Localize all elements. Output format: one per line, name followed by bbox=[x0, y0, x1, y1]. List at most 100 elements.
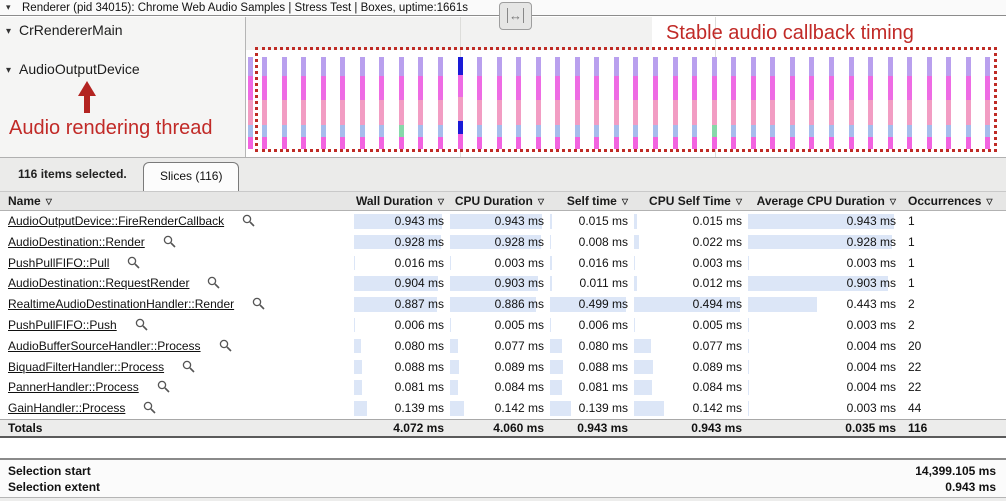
cell-value: 0.004 ms bbox=[847, 360, 896, 374]
cell-occurrences: 1 bbox=[900, 273, 1006, 294]
cell-cpu_self: 0.089 ms bbox=[632, 357, 746, 378]
magnifier-icon[interactable] bbox=[163, 235, 176, 248]
value-histogram-bar bbox=[354, 401, 367, 416]
cell-value: 0.003 ms bbox=[495, 256, 544, 270]
magnifier-icon[interactable] bbox=[127, 256, 140, 269]
cell-value: 0.928 ms bbox=[847, 235, 896, 249]
thread-label: AudioOutputDevice bbox=[19, 61, 140, 77]
trace-slice[interactable] bbox=[248, 57, 253, 149]
cell-value: 0.016 ms bbox=[395, 256, 444, 270]
cell-value: 4.060 ms bbox=[493, 421, 544, 435]
cell-value: 0.080 ms bbox=[579, 339, 628, 353]
column-header-avg_cpu[interactable]: Average CPU Duration▽ bbox=[746, 192, 900, 212]
cell-cpu: 0.142 ms bbox=[448, 398, 548, 419]
table-row: RealtimeAudioDestinationHandler::Render 0… bbox=[0, 294, 1006, 315]
column-header-wall[interactable]: Wall Duration▽ bbox=[352, 192, 448, 212]
value-histogram-bar bbox=[450, 339, 458, 354]
footer-value: 14,399.105 ms bbox=[915, 464, 996, 478]
slice-name-link[interactable]: AudioBufferSourceHandler::Process bbox=[8, 339, 201, 353]
column-header-label: Average CPU Duration bbox=[757, 194, 885, 208]
slice-name-link[interactable]: BiquadFilterHandler::Process bbox=[8, 360, 164, 374]
cell-value: 0.003 ms bbox=[847, 256, 896, 270]
cell-wall: 0.928 ms bbox=[352, 232, 448, 253]
cell-value: 0.142 ms bbox=[693, 401, 742, 415]
slice-name-link[interactable]: PannerHandler::Process bbox=[8, 380, 139, 394]
cell-wall: 0.139 ms bbox=[352, 398, 448, 419]
cell-value: 0.003 ms bbox=[693, 256, 742, 270]
value-histogram-bar bbox=[634, 276, 637, 291]
cell-self: 0.080 ms bbox=[548, 336, 632, 357]
cell-value: 0.139 ms bbox=[579, 401, 628, 415]
cell-cpu: 0.903 ms bbox=[448, 273, 548, 294]
cell-value: 0.928 ms bbox=[495, 235, 544, 249]
slice-name-link[interactable]: PushPullFIFO::Pull bbox=[8, 256, 109, 270]
column-header-name[interactable]: Name▽ bbox=[0, 192, 352, 212]
cell-value: 0.011 ms bbox=[580, 276, 628, 290]
cell-name: AudioOutputDevice::FireRenderCallback bbox=[0, 211, 352, 232]
cell-value: 0.928 ms bbox=[395, 235, 444, 249]
cell-value: 0.089 ms bbox=[495, 360, 544, 374]
totals-label: Totals bbox=[8, 421, 42, 435]
cell-occurrences: 1 bbox=[900, 211, 1006, 232]
thread-row-crrenderermain[interactable]: ▾CrRendererMain bbox=[6, 22, 123, 38]
value-histogram-bar bbox=[354, 339, 361, 354]
slice-name-link[interactable]: AudioDestination::Render bbox=[8, 235, 145, 249]
column-header-label: CPU Self Time bbox=[649, 194, 731, 208]
magnifier-icon[interactable] bbox=[182, 360, 195, 373]
value-histogram-bar bbox=[634, 214, 637, 229]
collapse-process-icon[interactable]: ▾ bbox=[6, 2, 11, 13]
magnifier-icon[interactable] bbox=[252, 297, 265, 310]
slice-name-link[interactable]: AudioDestination::RequestRender bbox=[8, 276, 189, 290]
column-header-cpu[interactable]: CPU Duration▽ bbox=[448, 192, 548, 212]
cell-avg_cpu: 0.928 ms bbox=[746, 232, 900, 253]
slice-segment bbox=[248, 137, 253, 149]
slice-name-link[interactable]: GainHandler::Process bbox=[8, 401, 125, 415]
cell-value: 0.494 ms bbox=[693, 297, 742, 311]
cell-occurrences: 22 bbox=[900, 357, 1006, 378]
column-header-occurrences[interactable]: Occurrences▽ bbox=[900, 192, 1006, 212]
totals-row: Totals4.072 ms4.060 ms0.943 ms0.943 ms0.… bbox=[0, 419, 1006, 438]
cell-cpu: 4.060 ms bbox=[448, 420, 548, 439]
selection-summary-bar: 116 items selected. Slices (116) bbox=[0, 158, 1006, 191]
column-header-self[interactable]: Self time▽ bbox=[548, 192, 632, 212]
magnifier-icon[interactable] bbox=[219, 339, 232, 352]
slice-name-link[interactable]: RealtimeAudioDestinationHandler::Render bbox=[8, 297, 234, 311]
magnifier-icon[interactable] bbox=[207, 276, 220, 289]
cell-occurrences: 2 bbox=[900, 315, 1006, 336]
value-histogram-bar bbox=[550, 339, 562, 354]
trace-track-area[interactable]: Stable audio callback timing bbox=[246, 17, 1006, 157]
cell-cpu: 0.077 ms bbox=[448, 336, 548, 357]
track-background bbox=[246, 17, 652, 50]
slice-name-link[interactable]: AudioOutputDevice::FireRenderCallback bbox=[8, 214, 224, 228]
cell-avg_cpu: 0.003 ms bbox=[746, 315, 900, 336]
value-histogram-bar bbox=[748, 297, 817, 312]
table-row: PushPullFIFO::Pull0.016 ms0.003 ms0.016 … bbox=[0, 253, 1006, 274]
cell-cpu: 0.005 ms bbox=[448, 315, 548, 336]
cell-value: 0.006 ms bbox=[395, 318, 444, 332]
value-histogram-bar bbox=[354, 256, 355, 271]
thread-row-audiooutputdevice[interactable]: ▾AudioOutputDevice bbox=[6, 61, 140, 77]
cell-self: 0.006 ms bbox=[548, 315, 632, 336]
footer-label: Selection extent bbox=[8, 480, 100, 494]
cell-avg_cpu: 0.035 ms bbox=[746, 420, 900, 439]
value-histogram-bar bbox=[634, 318, 635, 333]
slice-name-link[interactable]: PushPullFIFO::Push bbox=[8, 318, 117, 332]
magnifier-icon[interactable] bbox=[135, 318, 148, 331]
horizontal-resize-button[interactable]: ↔ bbox=[499, 2, 532, 30]
column-header-cpu_self[interactable]: CPU Self Time▽ bbox=[632, 192, 746, 212]
magnifier-icon[interactable] bbox=[242, 214, 255, 227]
cell-wall: 0.088 ms bbox=[352, 357, 448, 378]
cell-value: 0.006 ms bbox=[579, 318, 628, 332]
cell-wall: 0.006 ms bbox=[352, 315, 448, 336]
value-histogram-bar bbox=[550, 256, 552, 271]
footer-value: 0.943 ms bbox=[945, 480, 996, 494]
value-histogram-bar bbox=[748, 360, 749, 375]
cell-value: 0.443 ms bbox=[847, 297, 896, 311]
tab-slices[interactable]: Slices (116) bbox=[143, 162, 239, 191]
cell-cpu_self: 0.012 ms bbox=[632, 273, 746, 294]
value-histogram-bar bbox=[550, 401, 571, 416]
cell-self: 0.015 ms bbox=[548, 211, 632, 232]
magnifier-icon[interactable] bbox=[157, 380, 170, 393]
magnifier-icon[interactable] bbox=[143, 401, 156, 414]
slices-table: Name▽Wall Duration▽CPU Duration▽Self tim… bbox=[0, 191, 1006, 438]
